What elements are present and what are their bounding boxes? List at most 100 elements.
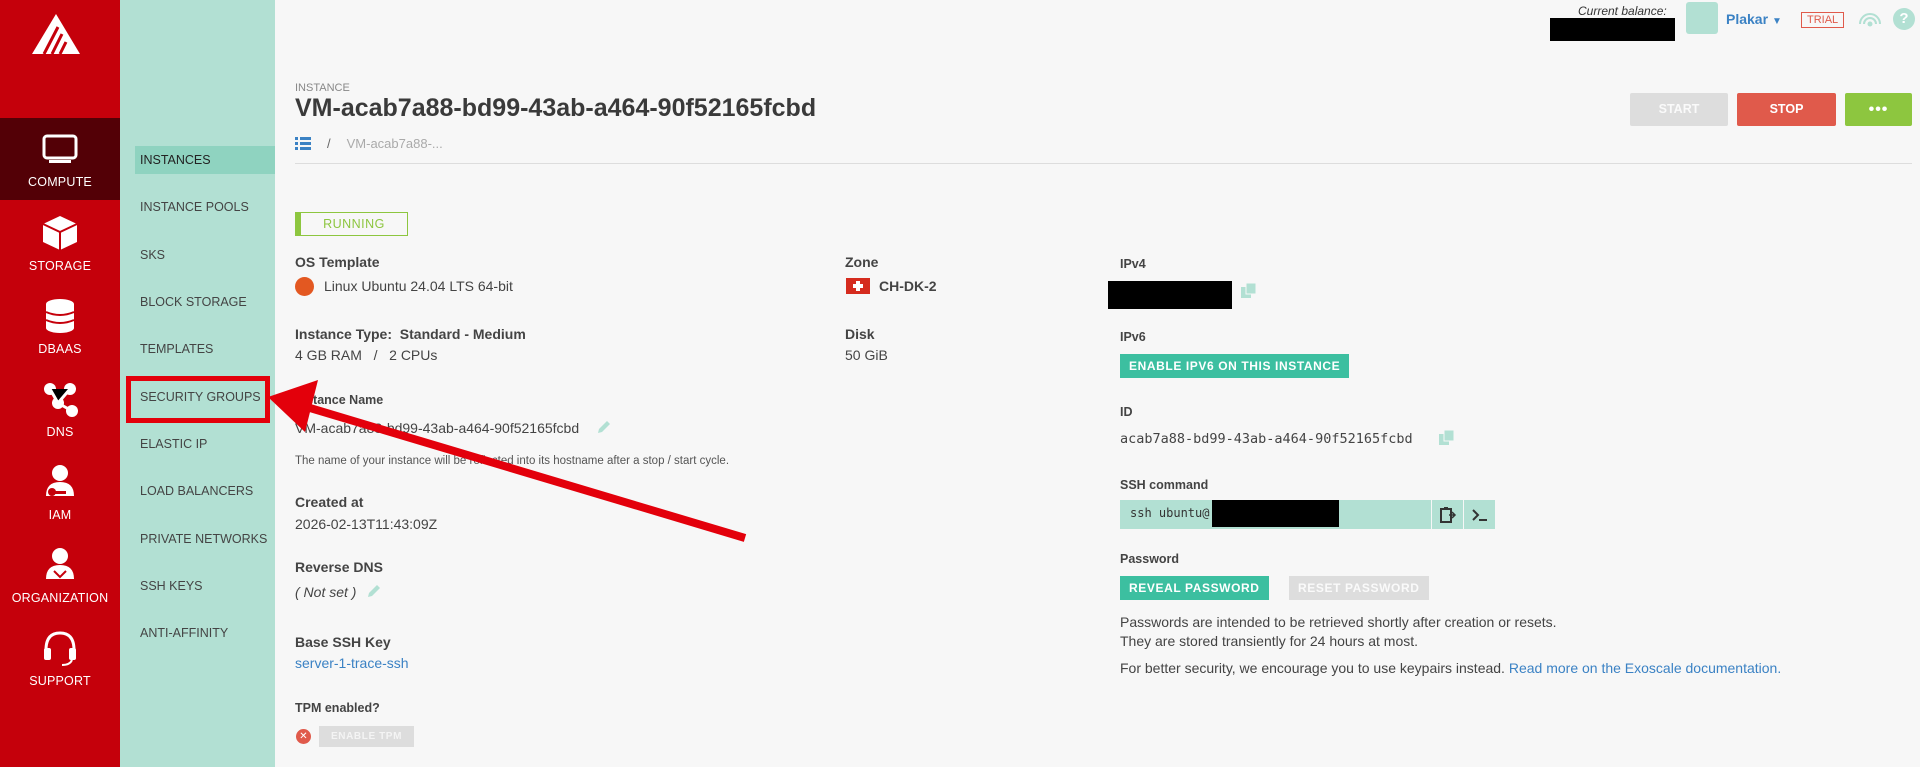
rail-item-label: STORAGE — [28, 259, 92, 273]
copy-ssh-button[interactable] — [1432, 500, 1463, 529]
page-title: VM-acab7a88-bd99-43ab-a464-90f52165fcbd — [295, 94, 817, 122]
cpu-value: 2 CPUs — [389, 347, 438, 363]
clipboard-icon — [1439, 506, 1456, 523]
trial-badge: TRIAL — [1801, 12, 1845, 28]
subnav-item-block-storage[interactable]: BLOCK STORAGE — [135, 288, 275, 316]
main-nav-rail: COMPUTE STORAGE DBAAS DNS IAM ORGANIZATI… — [0, 0, 120, 767]
os-template-value: Linux Ubuntu 24.04 LTS 64-bit — [324, 278, 513, 294]
instance-specs: 4 GB RAM / 2 CPUs — [295, 347, 437, 363]
balance-value-redacted — [1550, 18, 1675, 41]
password-note-2: They are stored transiently for 24 hours… — [1120, 633, 1419, 649]
disk-label: Disk — [845, 326, 875, 342]
header-divider — [295, 163, 1912, 164]
id-label: ID — [1120, 405, 1133, 419]
rail-item-support[interactable]: SUPPORT — [0, 617, 120, 699]
rail-item-label: DNS — [46, 425, 74, 439]
instance-type-label: Instance Type: Standard - Medium — [295, 326, 526, 342]
instance-type-key: Instance Type: — [295, 326, 392, 342]
subnav-item-instances[interactable]: INSTANCES — [135, 146, 275, 174]
avatar[interactable] — [1686, 2, 1718, 34]
subnav-item-instance-pools[interactable]: INSTANCE POOLS — [135, 193, 275, 221]
swiss-flag-icon — [846, 278, 870, 294]
edit-reverse-dns-icon[interactable] — [366, 583, 382, 599]
subnav-item-private-networks[interactable]: PRIVATE NETWORKS — [135, 525, 275, 553]
rail-item-iam[interactable]: IAM — [0, 451, 120, 533]
exoscale-logo[interactable] — [30, 12, 82, 56]
edit-instance-name-icon[interactable] — [596, 419, 612, 435]
help-icon[interactable]: ? — [1893, 8, 1915, 30]
instance-name-value: VM-acab7a88-bd99-43ab-a464-90f52165fcbd — [295, 420, 580, 436]
ubuntu-icon — [295, 277, 314, 296]
subnav-item-templates[interactable]: TEMPLATES — [135, 335, 275, 363]
password-note-1: Passwords are intended to be retrieved s… — [1120, 614, 1557, 630]
breadcrumb-current: VM-acab7a88-... — [346, 136, 443, 151]
stop-button[interactable]: STOP — [1737, 93, 1836, 126]
tpm-disabled-icon: ✕ — [296, 729, 311, 744]
password-label: Password — [1120, 552, 1180, 566]
more-actions-button[interactable]: ••• — [1845, 93, 1912, 126]
breadcrumb-separator: / — [327, 136, 331, 151]
enable-tpm-button[interactable]: ENABLE TPM — [319, 726, 414, 747]
user-key-icon — [46, 465, 74, 496]
rail-item-dns[interactable]: DNS — [0, 368, 120, 450]
subnav-item-sks[interactable]: SKS — [135, 241, 275, 269]
subnav-item-load-balancers[interactable]: LOAD BALANCERS — [135, 477, 275, 505]
created-at-value: 2026-02-13T11:43:09Z — [295, 516, 438, 532]
zone-label: Zone — [845, 254, 879, 270]
open-console-button[interactable] — [1464, 500, 1495, 529]
headset-icon — [44, 631, 76, 666]
ram-value: 4 GB RAM — [295, 347, 362, 363]
security-note: For better security, we encourage you to… — [1120, 660, 1781, 676]
start-button[interactable]: START — [1630, 93, 1728, 126]
ipv6-label: IPv6 — [1120, 330, 1146, 344]
monitor-icon — [42, 134, 78, 163]
balance-label: Current balance: — [1578, 4, 1667, 18]
os-template-label: OS Template — [295, 254, 380, 270]
created-at-label: Created at — [295, 494, 364, 510]
rail-item-storage[interactable]: STORAGE — [0, 202, 120, 284]
ipv4-value-redacted — [1108, 281, 1232, 309]
reverse-dns-value: ( Not set ) — [295, 584, 357, 600]
ssh-host-redacted — [1212, 500, 1339, 527]
base-ssh-key-label: Base SSH Key — [295, 634, 391, 650]
ssh-command-label: SSH command — [1120, 478, 1209, 492]
status-badge: RUNNING — [295, 212, 408, 236]
instance-type-value: Standard - Medium — [399, 326, 526, 342]
reverse-dns-label: Reverse DNS — [295, 559, 383, 575]
rail-item-label: ORGANIZATION — [11, 591, 109, 605]
rail-item-organization[interactable]: ORGANIZATION — [0, 534, 120, 616]
tpm-label: TPM enabled? — [295, 701, 380, 715]
section-label: INSTANCE — [295, 82, 350, 94]
rail-item-dbaas[interactable]: DBAAS — [0, 285, 120, 367]
network-icon — [44, 383, 78, 417]
list-icon[interactable] — [295, 137, 311, 150]
zone-value: CH-DK-2 — [879, 278, 937, 294]
rail-item-label: IAM — [48, 508, 72, 522]
box-icon — [42, 216, 78, 250]
rail-item-label: COMPUTE — [28, 175, 92, 189]
id-value: acab7a88-bd99-43ab-a464-90f52165fcbd — [1120, 431, 1413, 447]
instance-name-help: The name of your instance will be reflec… — [295, 455, 730, 467]
rail-item-label: SUPPORT — [29, 674, 91, 688]
reset-password-button[interactable]: RESET PASSWORD — [1289, 576, 1429, 600]
breadcrumb: / VM-acab7a88-... — [295, 136, 443, 151]
copy-id-icon[interactable] — [1438, 429, 1456, 447]
rail-item-label: DBAAS — [38, 342, 82, 356]
user-name: Plakar — [1726, 11, 1769, 27]
reveal-password-button[interactable]: REVEAL PASSWORD — [1120, 576, 1269, 600]
ipv4-label: IPv4 — [1120, 257, 1146, 271]
copy-ipv4-icon[interactable] — [1240, 282, 1258, 300]
terminal-icon — [1471, 508, 1487, 521]
organization-icon — [46, 548, 74, 579]
subnav-item-elastic-ip[interactable]: ELASTIC IP — [135, 430, 275, 458]
user-menu[interactable]: Plakar ▼ — [1726, 11, 1782, 27]
subnav-item-ssh-keys[interactable]: SSH KEYS — [135, 572, 275, 600]
exoscale-docs-link[interactable]: Read more on the Exoscale documentation. — [1509, 660, 1781, 676]
base-ssh-key-link[interactable]: server-1-trace-ssh — [295, 655, 409, 671]
enable-ipv6-button[interactable]: ENABLE IPV6 ON THIS INSTANCE — [1120, 354, 1350, 378]
subnav-item-anti-affinity[interactable]: ANTI-AFFINITY — [135, 619, 275, 647]
security-note-text: For better security, we encourage you to… — [1120, 660, 1505, 676]
broadcast-icon[interactable] — [1857, 8, 1883, 32]
rail-item-compute[interactable]: COMPUTE — [0, 118, 120, 200]
annotation-highlight-box — [126, 376, 270, 423]
